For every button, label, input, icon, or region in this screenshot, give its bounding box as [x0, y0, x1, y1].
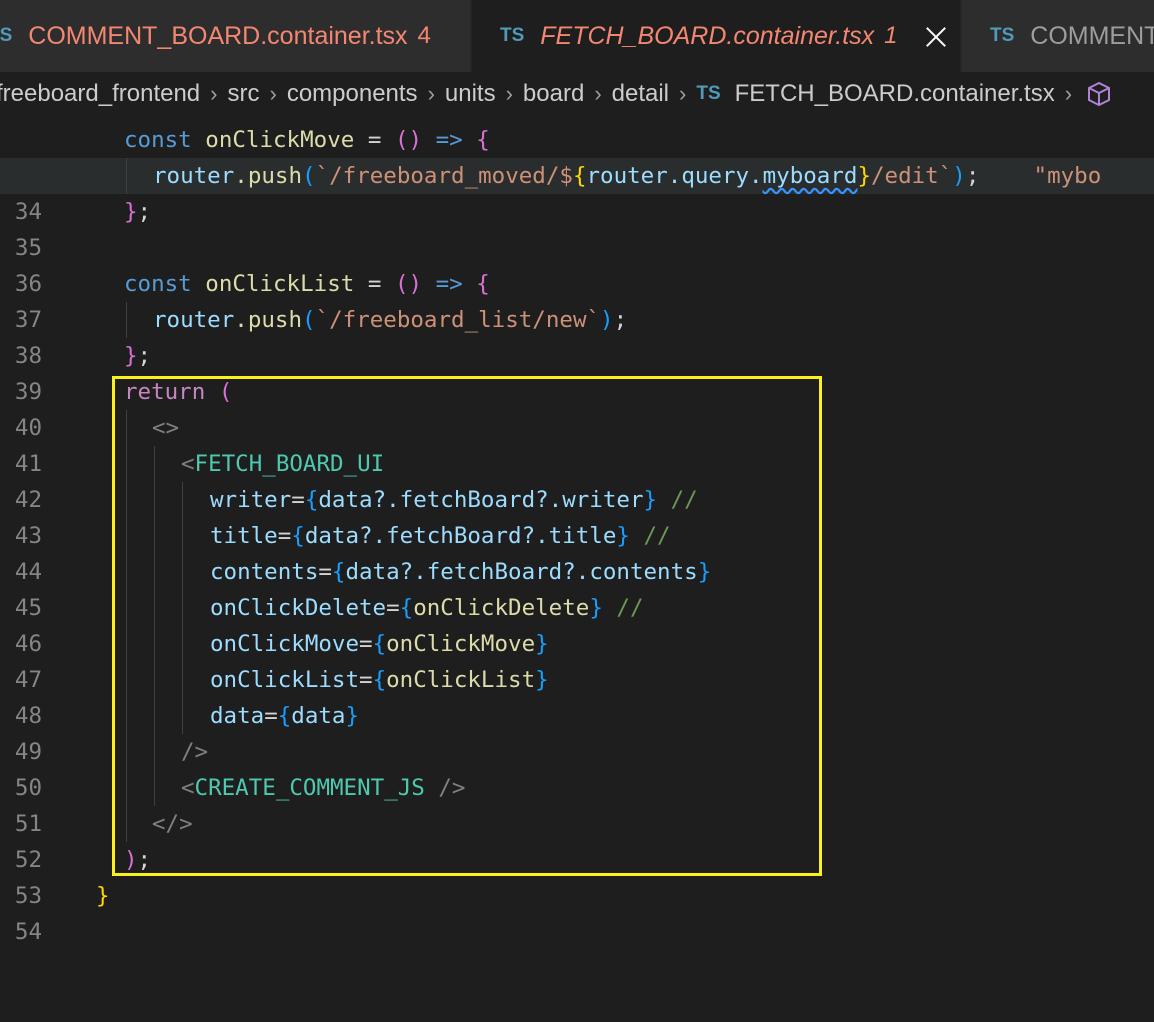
code-token: }: [96, 883, 110, 909]
code-token: ;: [137, 199, 152, 225]
typescript-file-icon: TS: [696, 83, 721, 104]
code-token: (): [394, 271, 423, 297]
tab-label: COMMENT_: [1030, 21, 1154, 50]
code-line: 33 const onClickMove = () => {: [0, 122, 1154, 189]
code-token: router: [153, 163, 235, 189]
typescript-file-icon: TS: [500, 25, 525, 46]
code-token: ;: [137, 343, 152, 369]
code-token: =>: [435, 127, 463, 153]
breadcrumb-item[interactable]: detail: [612, 80, 669, 108]
code-line: 38 router.push(`/freeboard_list/new`);: [0, 302, 1154, 369]
code-token: ): [952, 163, 966, 189]
breadcrumb-item[interactable]: components: [287, 80, 418, 108]
code-token: }: [857, 163, 871, 189]
line-number: 54: [14, 919, 42, 945]
code-token: =: [367, 271, 382, 297]
breadcrumb-item[interactable]: units: [445, 80, 496, 108]
code-token: `/freeboard_list/new`: [315, 307, 601, 333]
code-token: {: [572, 163, 587, 189]
code-token: (: [302, 163, 316, 189]
code-token: }: [124, 199, 138, 225]
code-token: `/freeboard_moved/$: [315, 163, 573, 189]
code-token: onClickList: [205, 271, 355, 297]
breadcrumb-file[interactable]: FETCH_BOARD.container.tsx: [735, 80, 1055, 108]
code-token: router: [153, 307, 235, 333]
code-token: ): [600, 307, 614, 333]
code-token: router: [586, 163, 668, 189]
spelling-warning: myboard: [762, 163, 858, 189]
code-token: =: [367, 127, 382, 153]
code-line: 35 };: [0, 194, 1154, 261]
code-line: 36: [0, 230, 1154, 297]
tab-label: COMMENT_BOARD.container.tsx: [28, 21, 408, 50]
code-line: 54 }: [0, 878, 1154, 945]
cube-symbol-icon[interactable]: [1086, 81, 1112, 107]
tab-comment-board-2[interactable]: TS COMMENT_: [962, 0, 1154, 72]
code-token: {: [476, 127, 490, 153]
code-token: }: [124, 343, 138, 369]
breadcrumb-item[interactable]: src: [227, 80, 259, 108]
indent-guide: [126, 302, 127, 338]
code-token: ;: [613, 307, 628, 333]
code-line: 39 };: [0, 338, 1154, 405]
chevron-right-icon: ›: [269, 81, 277, 106]
chevron-right-icon: ›: [679, 81, 687, 106]
indent-guide: [126, 158, 127, 194]
code-token: (: [302, 307, 316, 333]
tab-bar: TS COMMENT_BOARD.container.tsx 4 TS FETC…: [0, 0, 1154, 72]
code-token: =>: [435, 271, 463, 297]
code-token: ;: [965, 163, 980, 189]
inline-hint: "mybo: [1033, 163, 1102, 189]
breadcrumb-item[interactable]: board: [523, 80, 584, 108]
tab-fetch-board[interactable]: TS FETCH_BOARD.container.tsx 1: [472, 0, 960, 72]
chevron-right-icon: ›: [210, 81, 218, 106]
code-token: const: [124, 271, 192, 297]
code-token: /edit`: [870, 163, 953, 189]
code-line-current: 34 router.push(`/freeboard_moved/${route…: [0, 158, 1154, 225]
code-token: {: [476, 271, 490, 297]
chevron-right-icon: ›: [427, 81, 435, 106]
problem-count-badge: 1: [884, 22, 898, 49]
close-icon[interactable]: [924, 24, 948, 48]
code-token: .push: [234, 307, 303, 333]
breadcrumb-item[interactable]: freeboard_frontend: [0, 80, 200, 108]
chevron-right-icon: ›: [1064, 81, 1073, 106]
typescript-file-icon: TS: [990, 25, 1015, 46]
typescript-file-icon: TS: [0, 25, 13, 46]
tab-comment-board[interactable]: TS COMMENT_BOARD.container.tsx 4: [0, 0, 470, 72]
highlight-annotation-box: [112, 376, 822, 876]
code-token: const: [124, 127, 192, 153]
code-token: (): [394, 127, 423, 153]
code-token: .push: [234, 163, 303, 189]
chevron-right-icon: ›: [505, 81, 513, 106]
breadcrumb: freeboard_frontend › src › components › …: [0, 72, 1154, 116]
code-token: .query.: [667, 163, 763, 189]
tab-label: FETCH_BOARD.container.tsx: [540, 21, 875, 50]
code-token: onClickMove: [205, 127, 355, 153]
problem-count-badge: 4: [417, 22, 431, 49]
chevron-right-icon: ›: [594, 81, 602, 106]
code-line: 37 const onClickList = () => {: [0, 266, 1154, 333]
